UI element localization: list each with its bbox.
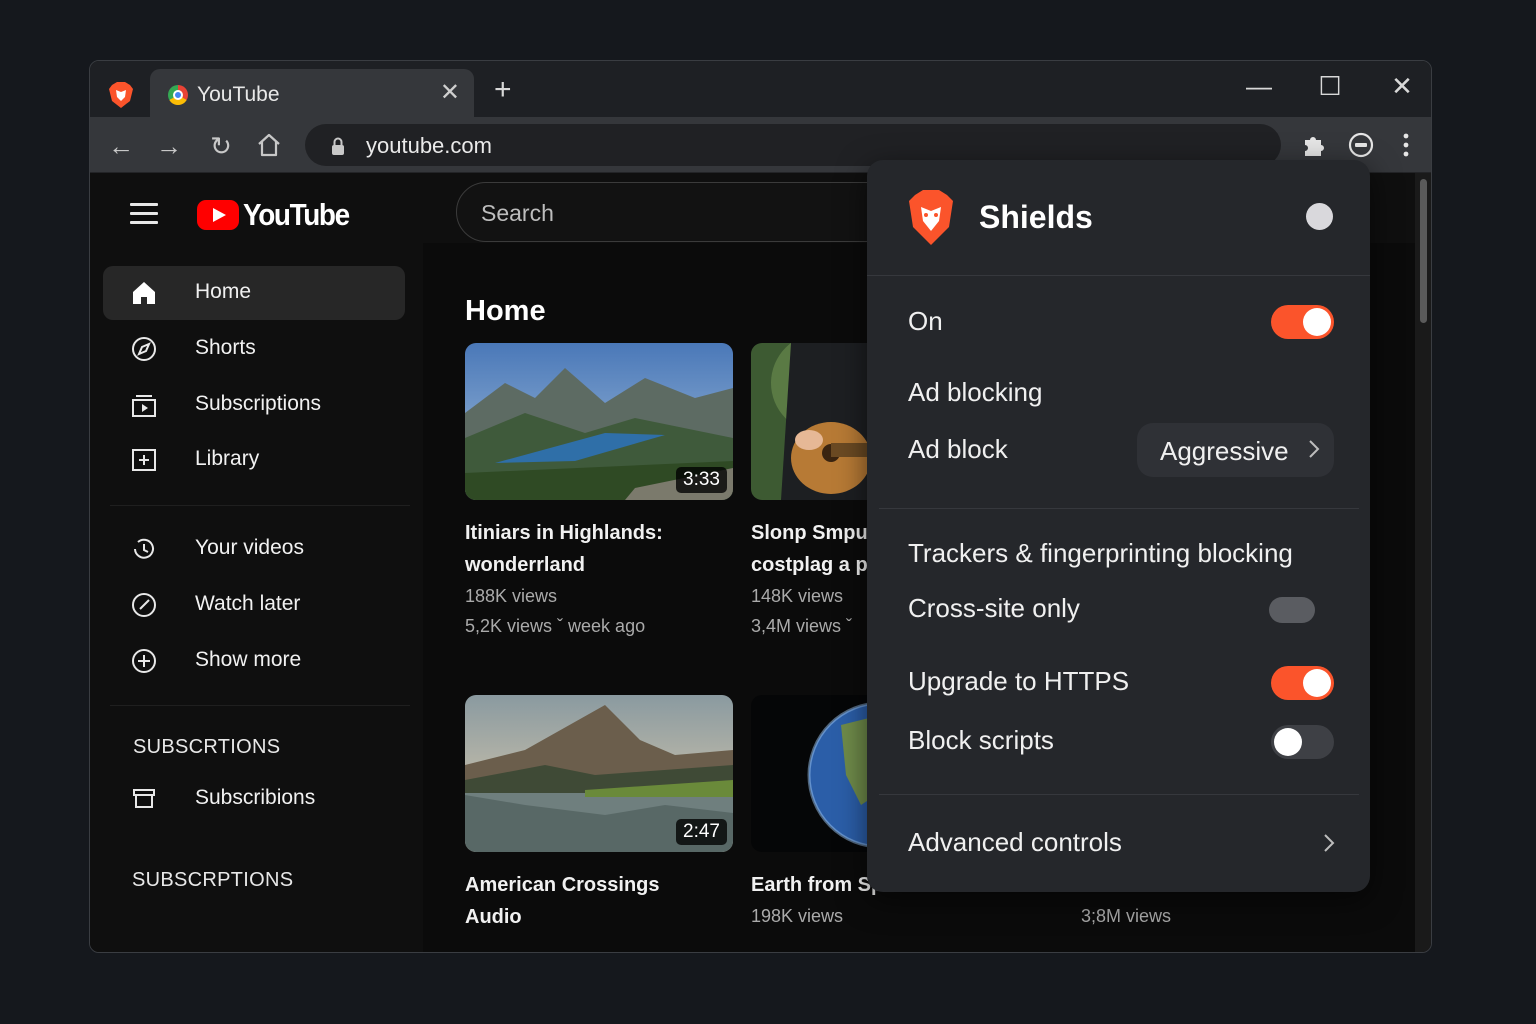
plus-circle-icon bbox=[132, 649, 156, 673]
advanced-controls-label[interactable]: Advanced controls bbox=[908, 827, 1122, 858]
video-views: 198K views bbox=[751, 906, 844, 926]
sidebar-item-label: Show more bbox=[195, 648, 302, 671]
menu-kebab-icon[interactable] bbox=[1391, 130, 1421, 160]
shields-divider bbox=[879, 794, 1359, 795]
chevron-right-icon[interactable] bbox=[1322, 832, 1336, 854]
reload-button[interactable]: ↻ bbox=[204, 129, 238, 163]
url-text[interactable]: youtube.com bbox=[366, 133, 492, 159]
cross-site-label: Cross-site only bbox=[908, 593, 1080, 623]
chrome-favicon-icon bbox=[168, 85, 188, 105]
video-thumbnail[interactable]: 3:33 bbox=[465, 343, 733, 500]
subscriptions-icon bbox=[132, 395, 156, 417]
toggle-knob bbox=[1303, 669, 1331, 697]
video-duration: 2:47 bbox=[676, 819, 727, 845]
video-title[interactable]: Itiniars in Highlands: bbox=[465, 517, 733, 549]
https-label: Upgrade to HTTPS bbox=[908, 666, 1130, 696]
video-duration: 3:33 bbox=[676, 467, 727, 493]
shields-title: Shields bbox=[979, 199, 1093, 235]
sidebar-divider bbox=[110, 705, 410, 706]
video-card[interactable]: 2:47 American Crossings Audio bbox=[465, 695, 733, 933]
video-thumbnail[interactable]: 2:47 bbox=[465, 695, 733, 852]
brave-lion-icon bbox=[909, 190, 953, 245]
history-icon bbox=[134, 538, 154, 559]
sidebar-item-label: Your videos bbox=[195, 536, 304, 559]
hamburger-menu-icon[interactable] bbox=[130, 203, 158, 225]
sidebar-item-label: Subscriptions bbox=[195, 392, 322, 415]
page-title: Home bbox=[465, 295, 546, 327]
watch-later-icon bbox=[132, 593, 156, 617]
sidebar-item-library[interactable]: Library bbox=[103, 433, 405, 487]
home-icon bbox=[133, 282, 155, 304]
tab-title: YouTube bbox=[197, 83, 280, 106]
sidebar-item-label: Library bbox=[195, 447, 260, 470]
shorts-icon bbox=[132, 337, 156, 361]
scrollbar-thumb[interactable] bbox=[1420, 179, 1427, 323]
lock-icon[interactable] bbox=[327, 135, 349, 157]
ad-block-select[interactable]: Aggressive bbox=[1137, 423, 1334, 477]
sidebar-item-subscribions[interactable]: Subscribions bbox=[103, 772, 405, 826]
search-input[interactable]: Search bbox=[456, 182, 916, 242]
sidebar-item-watch-later[interactable]: Watch later bbox=[103, 578, 405, 632]
page-scrollbar[interactable] bbox=[1415, 173, 1431, 952]
brave-wallet-icon[interactable] bbox=[1346, 130, 1376, 160]
sidebar-item-label: Subscribions bbox=[195, 786, 316, 809]
extensions-puzzle-icon[interactable] bbox=[1299, 130, 1329, 160]
sidebar-item-your-videos[interactable]: Your videos bbox=[103, 522, 405, 576]
shields-divider bbox=[879, 508, 1359, 509]
youtube-wordmark: YouTube bbox=[243, 197, 350, 232]
block-scripts-label: Block scripts bbox=[908, 725, 1054, 755]
video-title[interactable]: Audio bbox=[465, 901, 733, 933]
video-card[interactable]: 3:33 Itiniars in Highlands: wonderrland … bbox=[465, 343, 733, 641]
ad-block-value: Aggressive bbox=[1160, 436, 1289, 466]
https-toggle[interactable] bbox=[1271, 666, 1334, 700]
cross-site-toggle[interactable] bbox=[1269, 597, 1315, 623]
shields-on-toggle[interactable] bbox=[1271, 305, 1334, 339]
youtube-play-icon bbox=[197, 200, 239, 230]
sidebar-item-label: Home bbox=[195, 280, 252, 303]
brave-logo-icon[interactable] bbox=[108, 81, 134, 109]
ad-block-label: Ad block bbox=[908, 434, 1008, 464]
archive-icon bbox=[133, 789, 155, 808]
sidebar-item-label: Watch later bbox=[195, 592, 301, 615]
ad-blocking-section-title: Ad blocking bbox=[908, 377, 1043, 407]
shields-panel: Shields On Ad blocking Ad block Aggressi… bbox=[867, 160, 1370, 892]
video-title[interactable]: wonderrland bbox=[465, 549, 733, 581]
youtube-logo[interactable]: YouTube bbox=[197, 197, 361, 233]
chevron-right-icon bbox=[1309, 440, 1320, 458]
shields-divider bbox=[867, 275, 1370, 276]
sidebar-section-title: SUBSCRTIONS bbox=[133, 736, 281, 758]
sidebar-item-subscriptions[interactable]: Subscriptions bbox=[103, 378, 405, 432]
sidebar-item-home[interactable]: Home bbox=[103, 266, 405, 320]
video-title[interactable]: American Crossings bbox=[465, 869, 733, 901]
close-window-button[interactable]: ✕ bbox=[1382, 71, 1422, 101]
video-meta: 5,2K views ˇ week ago bbox=[465, 616, 646, 636]
toggle-knob bbox=[1303, 308, 1331, 336]
minimize-button[interactable]: — bbox=[1239, 71, 1279, 101]
library-icon bbox=[132, 449, 156, 471]
shields-status-dot[interactable] bbox=[1306, 203, 1333, 230]
title-bar: YouTube ✕ + — ☐ ✕ bbox=[90, 61, 1431, 119]
sidebar-item-show-more[interactable]: Show more bbox=[103, 634, 405, 688]
forward-button[interactable]: → bbox=[152, 129, 186, 163]
sidebar-section-title: SUBSCRPTIONS bbox=[132, 869, 294, 891]
maximize-button[interactable]: ☐ bbox=[1310, 71, 1350, 101]
video-views: 188K views bbox=[465, 586, 558, 606]
tab-close-icon[interactable]: ✕ bbox=[440, 81, 460, 105]
tab-youtube[interactable]: YouTube ✕ bbox=[150, 69, 474, 119]
sidebar-item-shorts[interactable]: Shorts bbox=[103, 322, 405, 376]
video-views: 3;8M views bbox=[1081, 906, 1172, 926]
sidebar-item-label: Shorts bbox=[195, 336, 256, 359]
trackers-section-title: Trackers & fingerprinting blocking bbox=[908, 538, 1293, 568]
block-scripts-toggle[interactable] bbox=[1271, 725, 1334, 759]
home-button-icon[interactable] bbox=[255, 131, 283, 159]
sidebar-divider bbox=[110, 505, 410, 506]
search-placeholder: Search bbox=[481, 200, 554, 226]
back-button[interactable]: ← bbox=[104, 129, 138, 163]
sidebar: Home Shorts Subscriptions Library Your v… bbox=[90, 243, 423, 952]
new-tab-button[interactable]: + bbox=[494, 75, 512, 105]
toggle-knob bbox=[1274, 728, 1302, 756]
shields-on-label: On bbox=[908, 306, 943, 336]
